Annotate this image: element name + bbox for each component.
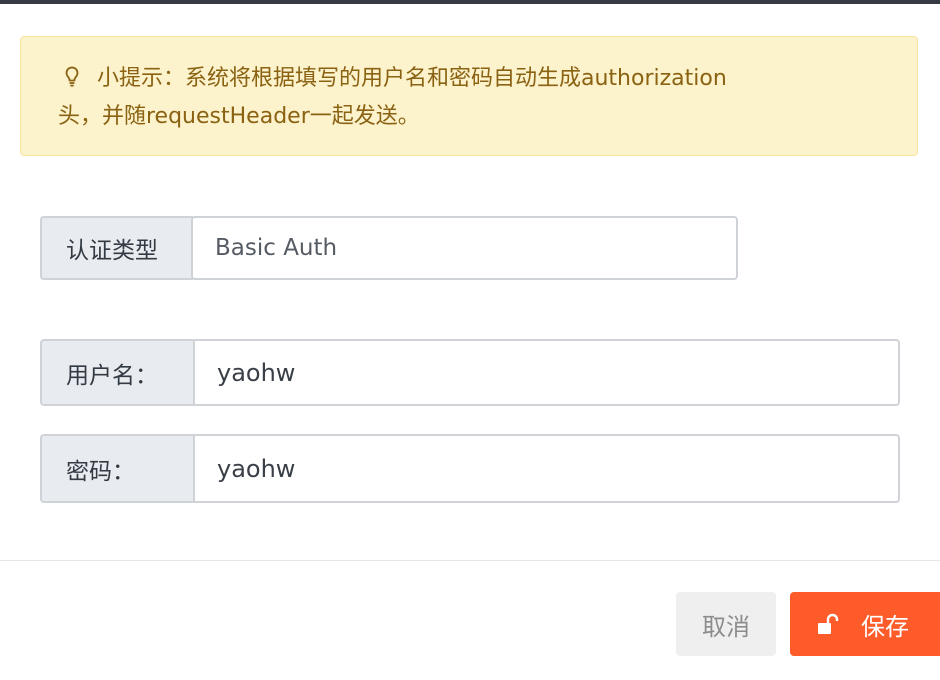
save-button[interactable]: 保存	[790, 592, 940, 656]
auth-type-select[interactable]: Basic Auth	[191, 216, 738, 280]
username-row: 用户名： yaohw	[40, 339, 900, 406]
tip-line-1: 小提示：系统将根据填写的用户名和密码自动生成authorization	[59, 60, 881, 98]
tip-banner: 小提示：系统将根据填写的用户名和密码自动生成authorization 头，并随…	[20, 36, 918, 156]
password-label: 密码：	[40, 434, 193, 503]
top-bar	[0, 0, 940, 4]
username-input[interactable]: yaohw	[193, 339, 900, 406]
password-input[interactable]: yaohw	[193, 434, 900, 503]
footer-divider	[0, 560, 940, 561]
unlock-icon	[818, 613, 839, 634]
lightbulb-icon	[65, 66, 79, 87]
username-label: 用户名：	[40, 339, 193, 406]
save-button-label: 保存	[861, 612, 909, 641]
auth-type-label: 认证类型	[40, 216, 193, 280]
auth-type-row: 认证类型 Basic Auth	[40, 216, 738, 280]
tip-text-line-1: 小提示：系统将根据填写的用户名和密码自动生成authorization	[97, 66, 727, 91]
password-row: 密码： yaohw	[40, 434, 900, 503]
tip-text-line-2: 头，并随requestHeader一起发送。	[58, 104, 420, 129]
cancel-button-label: 取消	[702, 612, 750, 641]
cancel-button[interactable]: 取消	[676, 592, 776, 656]
